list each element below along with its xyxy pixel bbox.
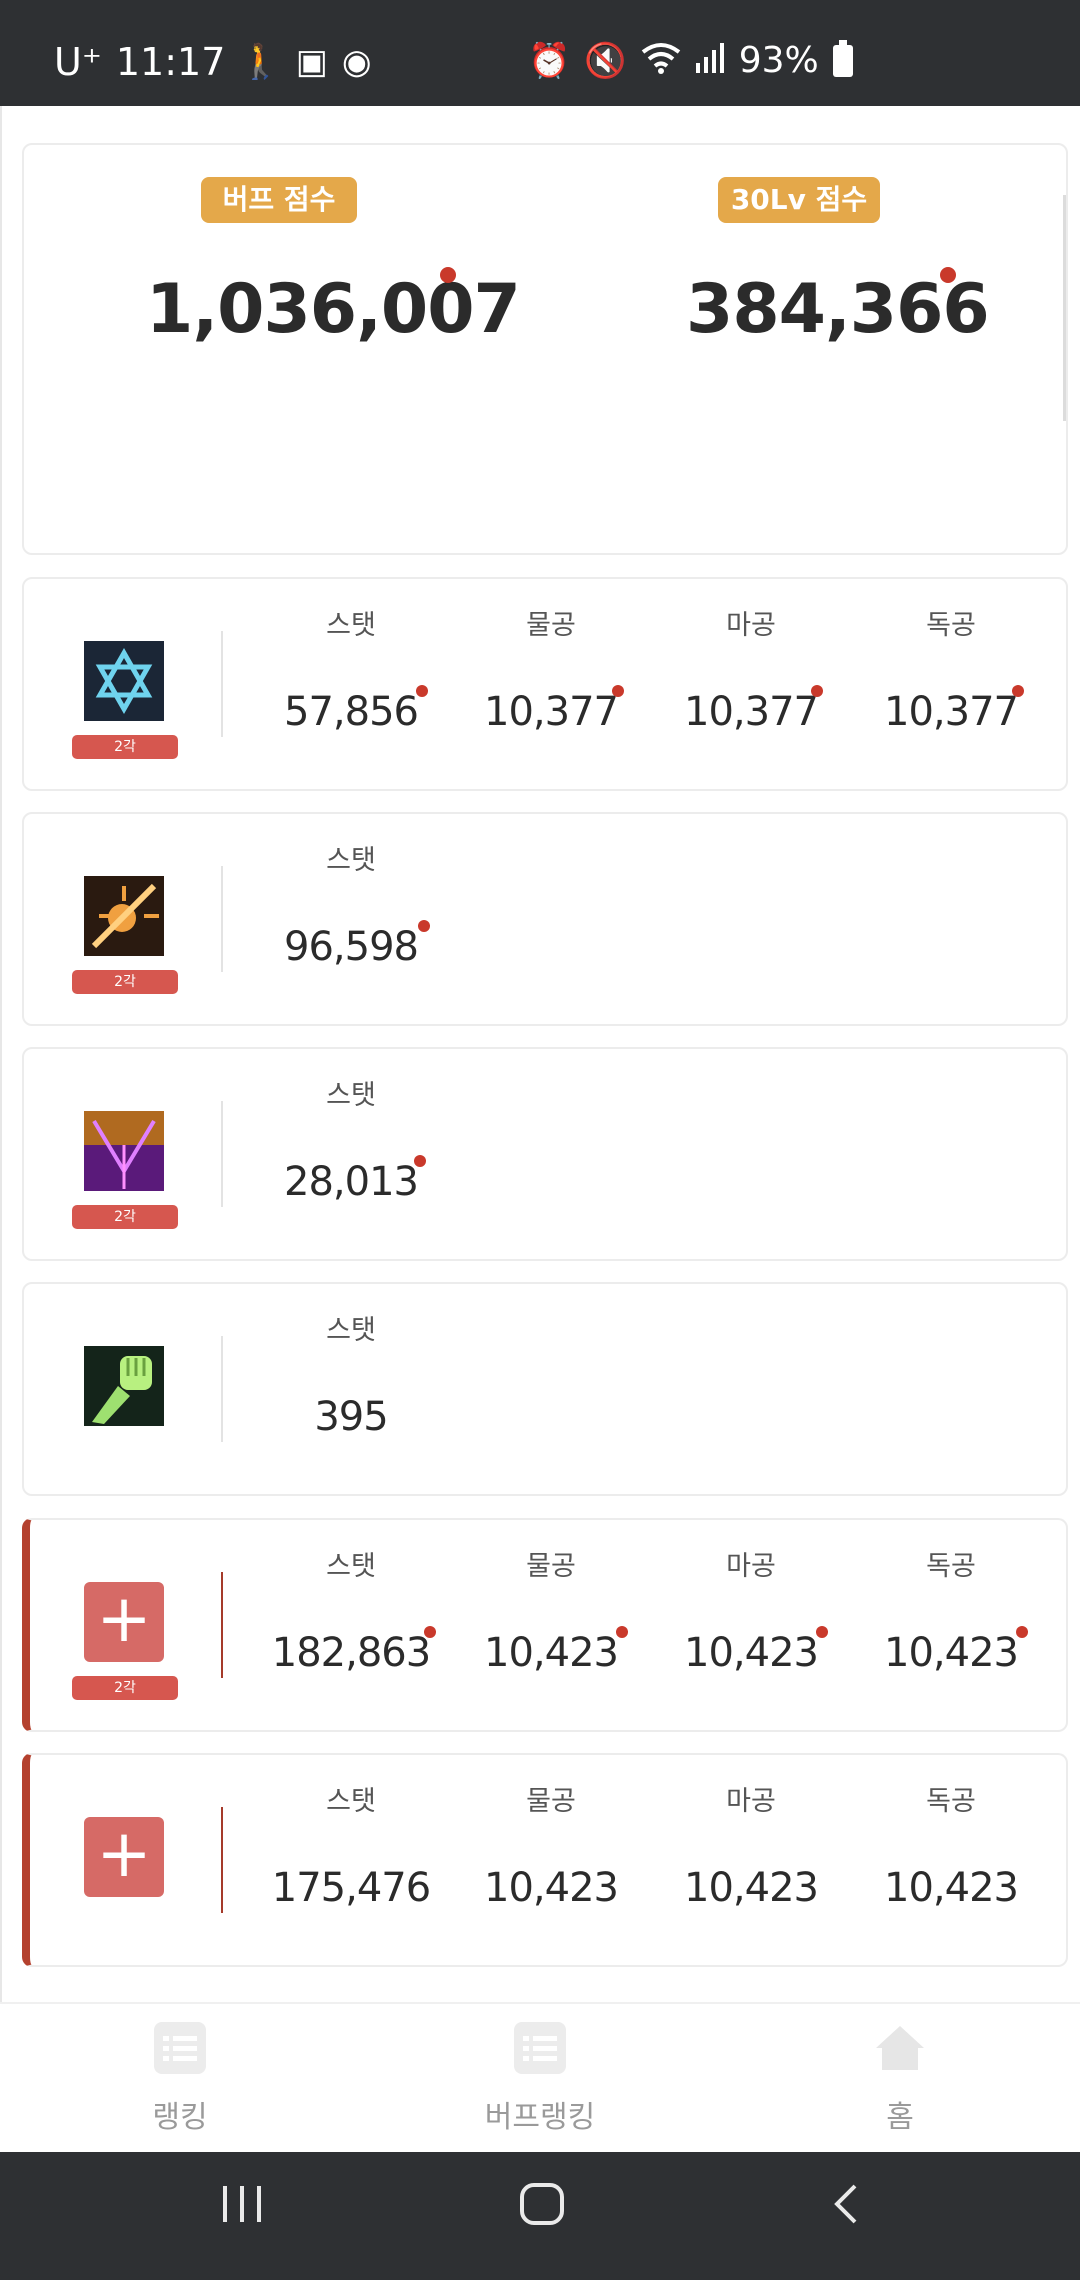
- twitch-icon: ▣: [295, 42, 328, 82]
- buff-score-dot: [440, 267, 456, 283]
- poison-atk-dot: [1016, 1626, 1028, 1638]
- alarm-icon: ⏰: [528, 40, 571, 81]
- phys-atk-label: 물공: [526, 1551, 576, 1582]
- buff-card[interactable]: 스탯 395: [22, 1282, 1068, 1496]
- stat-label: 스탯: [326, 1315, 376, 1346]
- nav-buff-ranking[interactable]: 버프랭킹: [420, 2004, 660, 2154]
- nav-home-label: 홈: [886, 2100, 914, 2135]
- phys-atk-label: 물공: [526, 1786, 576, 1817]
- status-left: U⁺ 11:17 🚶 ▣ ◉: [54, 40, 372, 84]
- stat-value: 175,476: [271, 1865, 431, 1911]
- stat-dot: [414, 1155, 426, 1167]
- nav-home[interactable]: 홈: [780, 2004, 1020, 2154]
- score-card: 버프 점수 1,036,007 30Lv 점수 384,366: [22, 143, 1068, 555]
- stat-value: 182,863: [271, 1630, 431, 1676]
- poison-atk-label: 독공: [926, 610, 976, 641]
- sun-burst-skill-icon: [84, 876, 164, 956]
- custom-buff-card[interactable]: + 2각 스탯 182,863 물공 10,423 마공 10,423 독공 1…: [22, 1518, 1068, 1732]
- lv30-score-pill: 30Lv 점수: [718, 177, 880, 223]
- stat-value: 395: [314, 1394, 388, 1440]
- stat-dot: [416, 685, 428, 697]
- phys-atk-dot: [612, 685, 624, 697]
- card-divider: [221, 1572, 223, 1678]
- card-divider: [221, 1807, 223, 1913]
- list-icon: [514, 2022, 566, 2074]
- recent-apps-icon[interactable]: [182, 2182, 302, 2238]
- system-nav-bar: [0, 2152, 1080, 2280]
- stat-label: 스탯: [326, 845, 376, 876]
- tag-badge: 2각: [72, 735, 178, 759]
- home-icon: [874, 2022, 926, 2074]
- bottom-nav: 랭킹 버프랭킹 홈: [0, 2002, 1080, 2154]
- tag-badge: 2각: [72, 970, 178, 994]
- stat-label: 스탯: [326, 1786, 376, 1817]
- poison-atk-value: 10,423: [884, 1865, 1019, 1911]
- phys-atk-label: 물공: [526, 610, 576, 641]
- score-card-scrollbar[interactable]: [1063, 195, 1066, 421]
- plus-icon: +: [96, 1580, 152, 1657]
- buff-score-value: 1,036,007: [146, 270, 521, 349]
- hexagram-skill-icon: [84, 641, 164, 721]
- buff-card[interactable]: 2각 스탯 96,598: [22, 812, 1068, 1026]
- card-divider: [221, 866, 223, 972]
- list-icon: [154, 2022, 206, 2074]
- stat-label: 스탯: [326, 1080, 376, 1111]
- stat-dot: [418, 920, 430, 932]
- battery-percent: 93%: [738, 40, 819, 81]
- poison-atk-dot: [1012, 685, 1024, 697]
- magic-atk-label: 마공: [726, 1786, 776, 1817]
- tag-badge: 2각: [72, 1205, 178, 1229]
- left-edge-line: [0, 106, 2, 2002]
- wifi-icon: [641, 42, 681, 80]
- clock: 11:17: [115, 40, 226, 84]
- mute-icon: 🔇: [584, 40, 627, 81]
- add-buff-button[interactable]: +: [84, 1817, 164, 1897]
- back-icon[interactable]: [788, 2182, 908, 2238]
- tag-badge: 2각: [72, 1676, 178, 1700]
- carrier-label: U⁺: [54, 40, 102, 84]
- nav-ranking-label: 랭킹: [152, 2100, 208, 2135]
- green-fist-skill-icon: [84, 1346, 164, 1426]
- purple-crystal-skill-icon: [84, 1111, 164, 1191]
- status-bar: U⁺ 11:17 🚶 ▣ ◉ ⏰ 🔇 93%: [0, 0, 1080, 106]
- buff-score-pill: 버프 점수: [201, 177, 357, 223]
- buff-card[interactable]: 2각 스탯 57,856 물공 10,377 마공 10,377 독공 10,3…: [22, 577, 1068, 791]
- plus-icon: +: [96, 1815, 152, 1892]
- battery-icon: [832, 39, 853, 77]
- stat-dot: [424, 1626, 436, 1638]
- home-button-icon[interactable]: [482, 2182, 602, 2238]
- phys-atk-value: 10,423: [484, 1865, 619, 1911]
- nav-ranking[interactable]: 랭킹: [60, 2004, 300, 2154]
- poison-atk-label: 독공: [926, 1786, 976, 1817]
- magic-atk-dot: [811, 685, 823, 697]
- phys-atk-dot: [616, 1626, 628, 1638]
- magic-atk-dot: [816, 1626, 828, 1638]
- magic-atk-value: 10,423: [684, 1865, 819, 1911]
- status-right: ⏰ 🔇 93%: [528, 39, 853, 81]
- buff-card[interactable]: 2각 스탯 28,013: [22, 1047, 1068, 1261]
- stat-label: 스탯: [326, 610, 376, 641]
- stat-label: 스탯: [326, 1551, 376, 1582]
- card-divider: [221, 631, 223, 737]
- walk-icon: 🚶: [239, 42, 282, 82]
- magic-atk-label: 마공: [726, 610, 776, 641]
- card-divider: [221, 1101, 223, 1207]
- signal-icon: [695, 42, 725, 79]
- magic-atk-label: 마공: [726, 1551, 776, 1582]
- custom-buff-card[interactable]: + 스탯 175,476 물공 10,423 마공 10,423 독공 10,4…: [22, 1753, 1068, 1967]
- card-divider: [221, 1336, 223, 1442]
- poison-atk-label: 독공: [926, 1551, 976, 1582]
- magic-atk-value: 10,377: [684, 689, 819, 735]
- lv30-score-dot: [940, 267, 956, 283]
- add-buff-button[interactable]: +: [84, 1582, 164, 1662]
- app-icon: ◉: [341, 42, 372, 82]
- nav-buff-ranking-label: 버프랭킹: [484, 2100, 596, 2135]
